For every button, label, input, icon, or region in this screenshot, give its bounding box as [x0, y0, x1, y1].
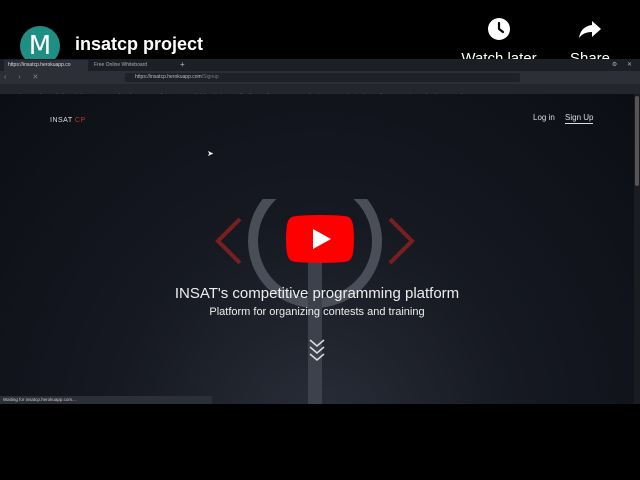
scroll-down-chevron-icon[interactable]: [307, 337, 327, 367]
window-controls[interactable]: ⚙ ✕: [612, 61, 636, 68]
site-logo-accent: CP: [74, 117, 86, 124]
navigation-bar: ‹ › ✕ https://insatcp.herokuapp.com/Sign…: [0, 71, 640, 84]
new-tab-button[interactable]: +: [180, 60, 185, 69]
browser-status-bar: Waiting for insatcp.herokuapp.com...: [0, 396, 212, 404]
signup-link[interactable]: Sign Up: [565, 113, 594, 124]
browser-tab-insatcp[interactable]: https://insatcp.herokuapp.co: [4, 60, 88, 71]
page-scrollbar[interactable]: [634, 94, 640, 404]
hero-title: INSAT's competitive programming platform: [174, 285, 460, 302]
site-logo[interactable]: INSAT CP: [50, 117, 86, 124]
nav-buttons[interactable]: ‹ › ✕: [4, 73, 43, 81]
bookmarks-bar: Getting StartedWiggly SquigglySTAGE Expl…: [0, 84, 640, 98]
url-host: https://insatcp.herokuapp.com: [135, 74, 202, 80]
login-link[interactable]: Log in: [533, 113, 555, 122]
url-path: /Signup: [201, 74, 219, 80]
url-field[interactable]: https://insatcp.herokuapp.com/Signup: [125, 73, 520, 82]
share-arrow-icon: [579, 21, 601, 38]
tab-bar: https://insatcp.herokuapp.co Free Online…: [0, 59, 640, 71]
hero-subtitle: Platform for organizing contests and tra…: [209, 306, 425, 318]
scrollbar-thumb[interactable]: [635, 96, 639, 186]
video-title[interactable]: insatcp project: [75, 34, 203, 55]
clock-icon: [488, 18, 510, 40]
mouse-cursor-icon: ➤: [207, 149, 214, 158]
site-logo-main: INSAT: [50, 117, 73, 124]
play-button[interactable]: [286, 215, 354, 263]
browser-tab-whiteboard[interactable]: Free Online Whiteboard: [90, 60, 176, 71]
channel-initial: M: [28, 31, 52, 61]
